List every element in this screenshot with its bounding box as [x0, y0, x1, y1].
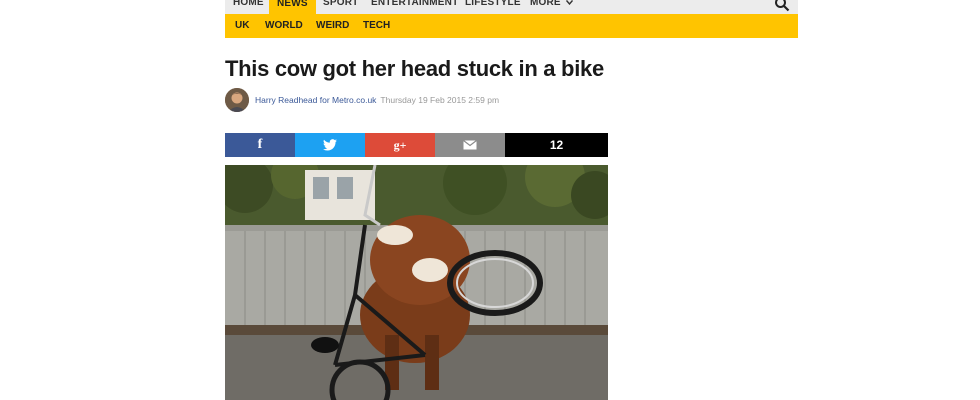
nav-item-more-label: MORE [530, 0, 561, 8]
publish-date: Thursday 19 Feb 2015 2:59 pm [380, 95, 500, 105]
nav-item-more[interactable]: MORE [530, 0, 573, 8]
nav-item-entertainment[interactable]: ENTERTAINMENT [371, 0, 458, 8]
byline: Harry Readhead for Metro.co.uk Thursday 1… [255, 95, 499, 105]
cow-bike-photo [225, 165, 608, 400]
nav-item-news[interactable]: NEWS [269, 0, 316, 14]
article-headline: This cow got her head stuck in a bike [225, 56, 604, 81]
share-count: 12 [505, 133, 608, 157]
facebook-icon: f [257, 137, 263, 152]
nav-item-sport[interactable]: SPORT [323, 0, 358, 8]
subnav-item-world[interactable]: WORLD [265, 14, 303, 38]
twitter-share-button[interactable] [295, 133, 365, 157]
sub-navigation: UK WORLD WEIRD TECH [225, 14, 798, 38]
subnav-item-tech[interactable]: TECH [363, 14, 390, 38]
author-link[interactable]: Harry Readhead for Metro.co.uk [255, 95, 376, 105]
nav-item-home[interactable]: HOME [233, 0, 264, 8]
chevron-down-icon [565, 0, 573, 6]
email-share-button[interactable] [435, 133, 505, 157]
article-photo[interactable] [225, 165, 608, 400]
facebook-share-button[interactable]: f [225, 133, 295, 157]
top-navigation: HOME NEWS SPORT ENTERTAINMENT LIFESTYLE … [225, 0, 798, 14]
google-plus-share-button[interactable]: g+ [365, 133, 435, 157]
avatar-image [225, 88, 249, 112]
search-icon[interactable] [774, 0, 790, 12]
twitter-icon [323, 139, 337, 151]
author-avatar[interactable] [225, 88, 249, 112]
subnav-item-uk[interactable]: UK [235, 14, 249, 38]
subnav-item-weird[interactable]: WEIRD [316, 14, 349, 38]
google-plus-icon: g+ [393, 137, 407, 152]
nav-item-lifestyle[interactable]: LIFESTYLE [465, 0, 521, 8]
share-bar: f g+ 12 [225, 133, 608, 157]
email-icon [463, 140, 477, 150]
